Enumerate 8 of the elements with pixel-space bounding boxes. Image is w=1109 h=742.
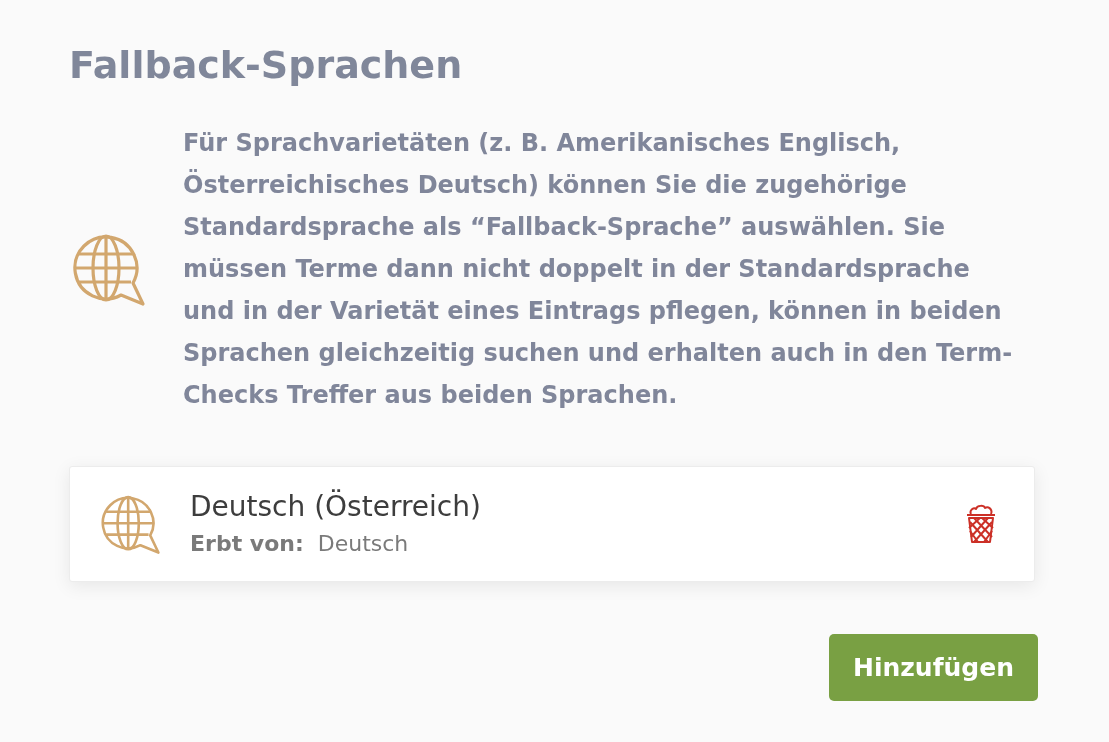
trash-icon[interactable] [964, 504, 998, 544]
language-name: Deutsch (Österreich) [190, 489, 482, 525]
page-title: Fallback-Sprachen [69, 42, 464, 89]
inherits-label: Erbt von: [190, 530, 304, 558]
inherits-value: Deutsch [317, 530, 409, 558]
globe-speech-bubble-icon [98, 493, 160, 555]
description-text: Für Sprachvarietäten (z. B. Amerikanisches Englisch, Österreichisches Deutsch) können Sie die zugehörige Standardsprache als “Fallback-Sprache” auswählen. Sie müssen Terme dann nicht doppelt in der Standardsprache und in der Varietät eines Eintrags pflegen, können in beiden Sprachen gleichzeitig suchen und erhalten auch in den Term-Checks Treffer aus beiden Sprachen. [183, 128, 1013, 411]
add-button[interactable]: Hinzufügen [829, 634, 1038, 701]
